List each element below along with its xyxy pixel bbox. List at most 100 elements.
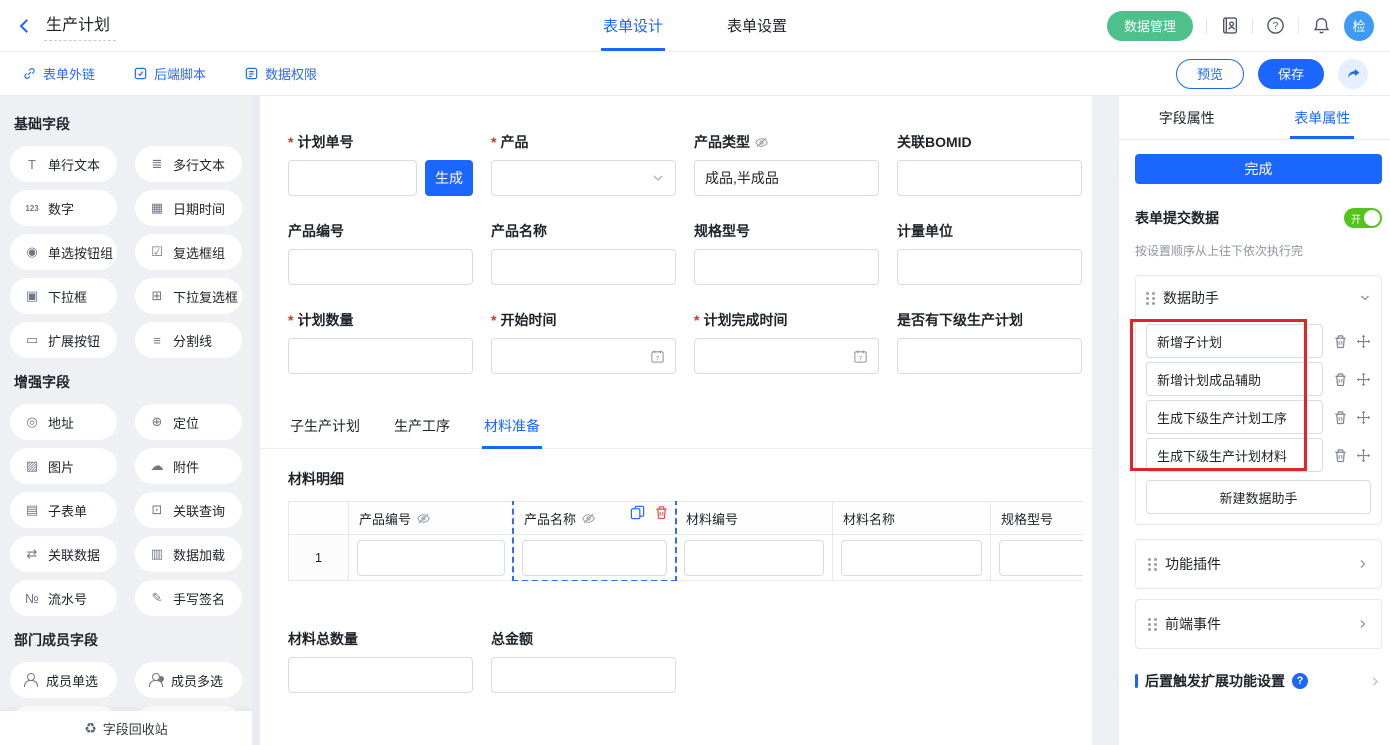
- table-cell-input[interactable]: [841, 540, 982, 576]
- assistant-item[interactable]: 生成下级生产计划工序: [1146, 400, 1323, 434]
- sidebar-field-item[interactable]: ☁附件: [135, 448, 242, 484]
- single-text-icon: T: [23, 157, 41, 172]
- plan-no-input[interactable]: [288, 160, 417, 196]
- frontend-events-header[interactable]: 前端事件: [1148, 612, 1369, 636]
- post-trigger-settings[interactable]: 后置触发扩展功能设置 ?: [1135, 671, 1382, 691]
- field-recycle-bin[interactable]: ♻ 字段回收站: [0, 711, 252, 745]
- sidebar-field-item[interactable]: ⊡关联查询: [135, 492, 242, 528]
- plan-qty-input[interactable]: [288, 338, 473, 374]
- field-grid: *计划单号 生成 *产品 产品类型 成品,半成品: [288, 132, 1083, 374]
- sidebar-field-item[interactable]: ⊕定位: [135, 404, 242, 440]
- unit-input[interactable]: [897, 249, 1082, 285]
- sidebar-field-item[interactable]: №流水号: [10, 580, 117, 616]
- sidebar-field-item[interactable]: 成员多选: [135, 662, 242, 698]
- table-cell-input[interactable]: [357, 540, 505, 576]
- delete-column-icon[interactable]: [654, 505, 669, 520]
- delete-icon[interactable]: [1333, 410, 1348, 425]
- header-tab[interactable]: 表单设置: [727, 0, 787, 51]
- generate-button[interactable]: 生成: [425, 160, 473, 196]
- done-button[interactable]: 完成: [1135, 154, 1382, 184]
- sidebar-field-item[interactable]: ≣多行文本: [135, 146, 242, 182]
- plugins-header[interactable]: 功能插件: [1148, 552, 1369, 576]
- table-column-header[interactable]: 材料名称: [833, 502, 991, 535]
- question-help-icon[interactable]: ?: [1292, 673, 1308, 689]
- sidebar-field-item[interactable]: 123数字: [10, 190, 117, 226]
- product-name-input[interactable]: [491, 249, 676, 285]
- sidebar-field-item[interactable]: ▭扩展按钮: [10, 322, 117, 358]
- header-tab[interactable]: 表单设计: [603, 0, 663, 51]
- help-icon[interactable]: ?: [1266, 16, 1285, 35]
- sidebar-field-item[interactable]: ▣下拉框: [10, 278, 117, 314]
- toolbar-link[interactable]: 表单外链: [22, 64, 95, 83]
- material-table-wrap: 产品编号产品名称材料编号材料名称规格型号1: [288, 501, 1083, 581]
- sidebar-field-item[interactable]: ⊞下拉复选框: [135, 278, 242, 314]
- notification-bell-icon[interactable]: [1312, 16, 1331, 35]
- form-field-finish-time: *计划完成时间 7: [694, 310, 879, 374]
- submit-data-toggle[interactable]: 开: [1344, 208, 1382, 228]
- save-button[interactable]: 保存: [1258, 59, 1324, 89]
- table-column-header[interactable]: 规格型号: [991, 502, 1084, 535]
- start-time-input[interactable]: 7: [491, 338, 676, 374]
- spec-model-input[interactable]: [694, 249, 879, 285]
- product-code-input[interactable]: [288, 249, 473, 285]
- sidebar-field-item[interactable]: ✎手写签名: [135, 580, 242, 616]
- assistant-item[interactable]: 新增计划成品辅助: [1146, 362, 1323, 396]
- delete-icon[interactable]: [1333, 372, 1348, 387]
- assistant-item[interactable]: 新增子计划: [1146, 324, 1323, 358]
- sidebar-field-item[interactable]: ⇄关联数据: [10, 536, 117, 572]
- table-column-header[interactable]: 材料编号: [676, 502, 833, 535]
- properties-tab[interactable]: 字段属性: [1119, 96, 1255, 139]
- copy-column-icon[interactable]: [630, 505, 645, 520]
- contacts-book-icon[interactable]: [1220, 16, 1239, 35]
- toolbar-link[interactable]: 后端脚本: [133, 64, 206, 83]
- number-icon: 123: [23, 204, 41, 213]
- drag-handle-icon[interactable]: [1148, 558, 1157, 571]
- total-amount-input[interactable]: [491, 657, 676, 693]
- sidebar-field-item[interactable]: ▨图片: [10, 448, 117, 484]
- sidebar-field-item[interactable]: ▤子表单: [10, 492, 117, 528]
- drag-handle-icon[interactable]: [1146, 292, 1155, 305]
- data-assistant-header[interactable]: 数据助手: [1146, 286, 1371, 310]
- product-select[interactable]: [491, 160, 676, 196]
- data-manage-button[interactable]: 数据管理: [1107, 11, 1193, 41]
- subform-tab[interactable]: 子生产计划: [288, 412, 362, 448]
- sidebar-field-item[interactable]: T单行文本: [10, 146, 117, 182]
- sidebar-field-item[interactable]: ≡分割线: [135, 322, 242, 358]
- preview-button[interactable]: 预览: [1176, 59, 1244, 89]
- move-icon[interactable]: [1356, 448, 1371, 463]
- assistant-item[interactable]: 生成下级生产计划材料: [1146, 438, 1323, 472]
- toolbar-link[interactable]: 数据权限: [244, 64, 317, 83]
- finish-time-input[interactable]: 7: [694, 338, 879, 374]
- table-cell-input[interactable]: [684, 540, 824, 576]
- page-title[interactable]: 生产计划: [44, 11, 116, 41]
- sidebar-field-label: 成员多选: [171, 671, 223, 690]
- material-total-qty-input[interactable]: [288, 657, 473, 693]
- table-cell-input[interactable]: [522, 540, 667, 576]
- move-icon[interactable]: [1356, 410, 1371, 425]
- sidebar-field-item[interactable]: ▥数据加载: [135, 536, 242, 572]
- avatar[interactable]: 检: [1344, 11, 1374, 41]
- product-type-input[interactable]: 成品,半成品: [694, 160, 879, 196]
- move-icon[interactable]: [1356, 372, 1371, 387]
- table-column-header[interactable]: 产品编号: [349, 502, 514, 535]
- share-button[interactable]: [1338, 59, 1368, 89]
- back-icon[interactable]: [16, 17, 34, 35]
- sidebar-field-item[interactable]: ◎地址: [10, 404, 117, 440]
- move-icon[interactable]: [1356, 334, 1371, 349]
- sidebar-section-title: 增强字段: [14, 372, 242, 392]
- form-toolbar: 表单外链 后端脚本 数据权限 预览 保存: [0, 52, 1390, 96]
- drag-handle-icon[interactable]: [1148, 618, 1157, 631]
- sidebar-field-item[interactable]: 成员单选: [10, 662, 117, 698]
- subform-tab[interactable]: 生产工序: [392, 412, 452, 448]
- properties-tab[interactable]: 表单属性: [1255, 96, 1390, 139]
- table-cell-input[interactable]: [999, 540, 1083, 576]
- delete-icon[interactable]: [1333, 334, 1348, 349]
- sidebar-field-item[interactable]: ☑复选框组: [135, 234, 242, 270]
- add-assistant-button[interactable]: 新建数据助手: [1146, 480, 1371, 514]
- subform-tab[interactable]: 材料准备: [482, 412, 542, 448]
- sidebar-field-item[interactable]: ◉单选按钮组: [10, 234, 117, 270]
- has-sub-plan-input[interactable]: [897, 338, 1082, 374]
- sidebar-field-item[interactable]: ▦日期时间: [135, 190, 242, 226]
- delete-icon[interactable]: [1333, 448, 1348, 463]
- bom-id-input[interactable]: [897, 160, 1082, 196]
